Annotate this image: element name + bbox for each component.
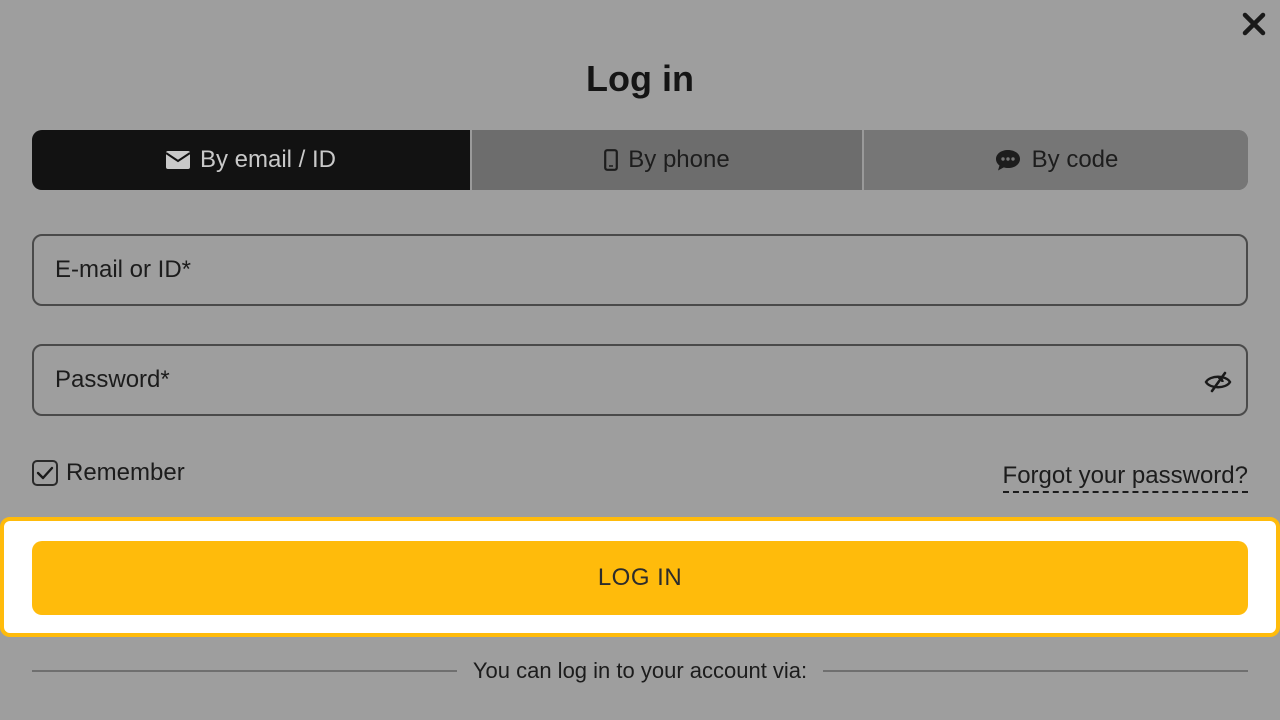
tab-label: By phone [628, 146, 730, 173]
close-button[interactable] [1238, 8, 1270, 40]
remember-label: Remember [66, 459, 185, 486]
checkmark-icon [36, 466, 54, 480]
email-field-wrapper [32, 234, 1248, 306]
checkbox-box[interactable] [32, 460, 58, 486]
tab-by-phone[interactable]: By phone [470, 130, 862, 190]
tab-by-code[interactable]: By code [862, 130, 1248, 190]
divider-line [823, 670, 1249, 672]
password-field-wrapper [32, 344, 1248, 416]
envelope-icon [165, 151, 190, 169]
login-button[interactable]: LOG IN [32, 541, 1248, 615]
close-icon [1242, 12, 1266, 36]
divider-line [32, 670, 457, 672]
mobile-phone-icon [604, 149, 619, 171]
remember-checkbox[interactable]: Remember [32, 459, 185, 487]
password-field[interactable] [34, 346, 1246, 414]
login-modal: Log in By email / ID By phone By code E-… [0, 0, 1280, 720]
chat-bubble-icon [995, 150, 1020, 171]
forgot-password-link[interactable]: Forgot your password? [1002, 462, 1248, 493]
divider-text: You can log in to your account via: [472, 658, 808, 683]
alternative-login-divider: You can log in to your account via: [32, 656, 1249, 686]
tab-by-email[interactable]: By email / ID [32, 130, 470, 190]
toggle-password-visibility-button[interactable] [1204, 368, 1232, 396]
tab-label: By code [1031, 146, 1119, 173]
page-title: Log in [586, 58, 694, 99]
login-method-tabs: By email / ID By phone By code [32, 130, 1248, 190]
eye-slash-icon [1204, 371, 1232, 393]
email-field[interactable] [34, 236, 1246, 304]
tab-label: By email / ID [199, 146, 337, 173]
